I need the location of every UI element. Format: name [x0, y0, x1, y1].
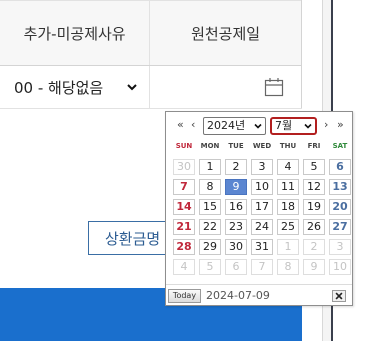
day-cell[interactable]: 11: [277, 179, 299, 195]
weekday-label: SUN: [175, 142, 193, 150]
day-cell[interactable]: 10: [329, 259, 351, 275]
day-cell[interactable]: 24: [251, 219, 273, 235]
close-button[interactable]: [332, 290, 346, 302]
day-cell[interactable]: 8: [277, 259, 299, 275]
deduction-table-region: 추가-미공제사유 원천공제일 00 - 해당없음: [0, 0, 302, 109]
weekday-label: FRI: [307, 142, 321, 150]
col-header-unclaimed-reason: 추가-미공제사유: [0, 0, 151, 66]
day-cell[interactable]: 1: [277, 239, 299, 255]
year-select[interactable]: 2024년: [203, 117, 266, 135]
month-select-value: 7월: [275, 119, 293, 132]
day-cell[interactable]: 9: [303, 259, 325, 275]
day-cell[interactable]: 23: [225, 219, 247, 235]
prev-month-button[interactable]: ‹: [191, 119, 195, 130]
day-cell[interactable]: 28: [173, 239, 195, 255]
day-cell[interactable]: 17: [251, 199, 273, 215]
day-cell[interactable]: 8: [199, 179, 221, 195]
day-cell[interactable]: 25: [277, 219, 299, 235]
day-cell[interactable]: 2: [225, 159, 247, 175]
weekday-label: THU: [279, 142, 297, 150]
day-cell[interactable]: 16: [225, 199, 247, 215]
day-cell[interactable]: 19: [303, 199, 325, 215]
day-cell[interactable]: 7: [173, 179, 195, 195]
day-cell[interactable]: 2: [303, 239, 325, 255]
day-cell[interactable]: 1: [199, 159, 221, 175]
day-cell[interactable]: 10: [251, 179, 273, 195]
chevron-down-icon: [127, 84, 137, 91]
datepicker-footer: Today 2024-07-09: [166, 284, 352, 307]
day-cell[interactable]: 22: [199, 219, 221, 235]
day-cell[interactable]: 31: [251, 239, 273, 255]
year-select-value: 2024년: [207, 119, 246, 132]
current-date-text: 2024-07-09: [206, 289, 270, 302]
prev-year-button[interactable]: «: [177, 119, 184, 130]
chevron-down-icon: [304, 123, 312, 129]
day-cell[interactable]: 5: [303, 159, 325, 175]
table-header-row: 추가-미공제사유 원천공제일: [0, 0, 302, 66]
datepicker-header: « ‹ 2024년 7월 › »: [166, 112, 352, 140]
day-cell[interactable]: 4: [173, 259, 195, 275]
month-select[interactable]: 7월: [270, 117, 317, 135]
day-cell[interactable]: 13: [329, 179, 351, 195]
chevron-down-icon: [254, 123, 262, 129]
day-cell-selected[interactable]: 9: [225, 179, 247, 195]
weekday-label: SAT: [332, 142, 348, 150]
weekday-label: TUE: [228, 142, 244, 150]
today-button[interactable]: Today: [168, 289, 201, 303]
day-cell[interactable]: 6: [329, 159, 351, 175]
weekday-label: WED: [252, 142, 272, 150]
day-cell[interactable]: 26: [303, 219, 325, 235]
day-cell[interactable]: 29: [199, 239, 221, 255]
reason-select-value: 00 - 해당없음: [14, 78, 104, 97]
day-cell[interactable]: 30: [225, 239, 247, 255]
day-cell[interactable]: 18: [277, 199, 299, 215]
weekday-header: SUN MON TUE WED THU FRI SAT: [171, 142, 353, 154]
day-cell[interactable]: 3: [329, 239, 351, 255]
close-icon: [335, 292, 343, 300]
reason-cell: 00 - 해당없음: [0, 65, 151, 109]
day-cell[interactable]: 5: [199, 259, 221, 275]
day-cell[interactable]: 14: [173, 199, 195, 215]
date-cell: [149, 65, 302, 109]
day-cell[interactable]: 20: [329, 199, 351, 215]
day-cell[interactable]: 30: [173, 159, 195, 175]
weekday-label: MON: [200, 142, 220, 150]
col-header-withholding-date: 원천공제일: [149, 0, 302, 66]
day-cell[interactable]: 27: [329, 219, 351, 235]
day-cell[interactable]: 12: [303, 179, 325, 195]
day-cell[interactable]: 4: [277, 159, 299, 175]
next-month-button[interactable]: ›: [324, 119, 328, 130]
day-cell[interactable]: 7: [251, 259, 273, 275]
calendar-icon[interactable]: [264, 77, 284, 97]
day-cell[interactable]: 3: [251, 159, 273, 175]
table-row: 00 - 해당없음: [0, 65, 302, 109]
datepicker-popup: « ‹ 2024년 7월 › » SUN MON TUE WED THU FRI…: [165, 111, 353, 306]
next-year-button[interactable]: »: [337, 119, 344, 130]
day-cell[interactable]: 15: [199, 199, 221, 215]
day-cell[interactable]: 6: [225, 259, 247, 275]
day-cell[interactable]: 21: [173, 219, 195, 235]
reason-select[interactable]: 00 - 해당없음: [14, 77, 138, 98]
deduction-table: 추가-미공제사유 원천공제일 00 - 해당없음: [0, 0, 302, 109]
